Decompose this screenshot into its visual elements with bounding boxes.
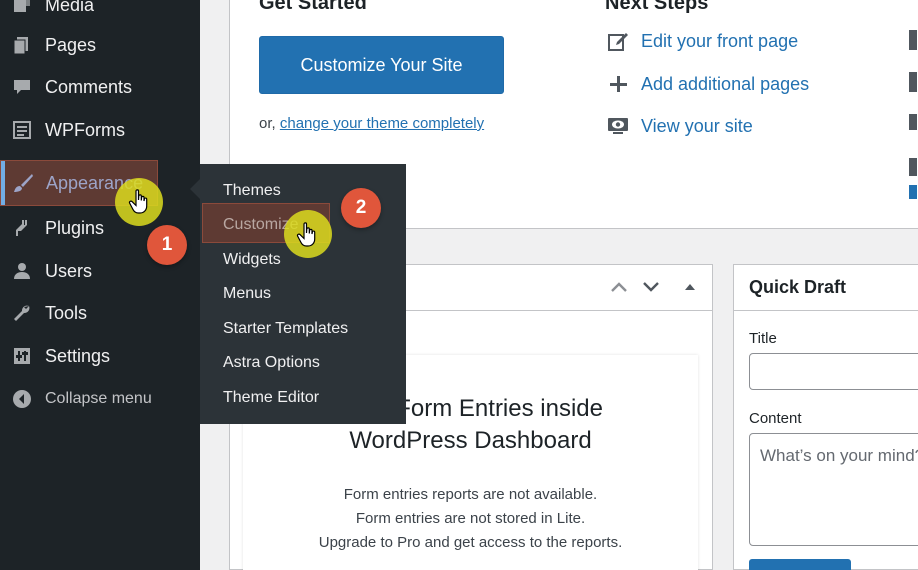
sidebar-item-settings[interactable]: Settings: [0, 338, 200, 374]
paintbrush-icon: [12, 172, 34, 194]
hand-cursor-icon: [128, 189, 148, 214]
get-started-title: Get Started: [259, 0, 367, 14]
content-placeholder: What’s on your mind?: [760, 446, 918, 465]
sidebar-item-pages[interactable]: Pages: [0, 27, 200, 63]
sidebar-item-label: Media: [45, 0, 95, 15]
edit-front-page-link[interactable]: Edit your front page: [605, 28, 798, 54]
comments-icon: [11, 76, 33, 98]
add-pages-link[interactable]: Add additional pages: [605, 71, 809, 97]
settings-icon: [11, 345, 33, 367]
move-up-icon[interactable]: [609, 277, 629, 297]
edit-icon: [605, 28, 631, 54]
sidebar-item-label: WPForms: [45, 119, 125, 140]
plus-icon: [605, 71, 631, 97]
more-actions-icons: [909, 30, 918, 210]
change-theme-line: or, change your theme completely: [259, 115, 484, 132]
draft-title-input[interactable]: [749, 353, 918, 390]
submenu-item-themes[interactable]: Themes: [223, 182, 281, 200]
step-label: Add additional pages: [641, 73, 810, 94]
view-icon: [605, 113, 631, 139]
quick-draft-widget: Quick Draft Title Content What’s on your…: [733, 264, 918, 570]
or-text: or,: [259, 115, 276, 132]
submenu-item-astra-options[interactable]: Astra Options: [223, 354, 320, 372]
title-label: Title: [749, 330, 777, 347]
content-label: Content: [749, 410, 802, 427]
step-label: Edit your front page: [641, 30, 799, 51]
wpforms-icon: [11, 119, 33, 141]
media-icon: [11, 0, 33, 16]
quick-draft-title: Quick Draft: [749, 277, 847, 297]
draft-content-textarea[interactable]: What’s on your mind?: [749, 433, 918, 546]
sidebar-item-wpforms[interactable]: WPForms: [0, 112, 200, 148]
collapse-arrow-icon: [11, 388, 33, 410]
submenu-item-menus[interactable]: Menus: [223, 285, 271, 303]
sidebar-item-label: Users: [45, 260, 93, 281]
pages-icon: [11, 34, 33, 56]
sidebar-item-label: Pages: [45, 34, 97, 55]
hand-cursor-icon: [296, 222, 316, 247]
wpforms-info-line: Form entries are not stored in Lite.: [355, 510, 586, 527]
submenu-item-widgets[interactable]: Widgets: [223, 251, 281, 269]
collapse-menu-label: Collapse menu: [45, 390, 152, 407]
wpforms-info-line: Upgrade to Pro and get access to the rep…: [318, 534, 623, 551]
change-theme-link[interactable]: change your theme completely: [280, 115, 484, 132]
toggle-panel-icon[interactable]: [680, 277, 700, 297]
quick-draft-header: Quick Draft: [734, 265, 918, 311]
collapse-menu-button[interactable]: Collapse menu: [0, 381, 200, 417]
admin-sidebar: Media Pages Comments WPForms Appearance …: [0, 0, 200, 570]
sidebar-item-tools[interactable]: Tools: [0, 295, 200, 331]
wpforms-heading-line2: WordPress Dashboard: [349, 427, 592, 454]
sidebar-item-media[interactable]: Media: [0, 0, 200, 23]
sidebar-item-label: Comments: [45, 76, 133, 97]
wpforms-info-line: Form entries reports are not available.: [343, 486, 598, 503]
view-site-link[interactable]: View your site: [605, 113, 753, 139]
save-draft-button[interactable]: [749, 559, 851, 570]
sidebar-item-comments[interactable]: Comments: [0, 69, 200, 105]
sidebar-item-label: Settings: [45, 345, 111, 366]
sidebar-item-label: Plugins: [45, 217, 105, 238]
submenu-item-starter-templates[interactable]: Starter Templates: [223, 320, 348, 338]
sidebar-item-label: Tools: [45, 302, 88, 323]
plugin-icon: [11, 217, 33, 239]
step-label: View your site: [641, 115, 753, 136]
step-badge-1: 1: [147, 225, 187, 265]
next-steps-title: Next Steps: [605, 0, 709, 14]
wrench-icon: [11, 302, 33, 324]
submenu-item-theme-editor[interactable]: Theme Editor: [223, 389, 319, 407]
move-down-icon[interactable]: [641, 277, 661, 297]
step-badge-2: 2: [341, 188, 381, 228]
customize-your-site-button[interactable]: Customize Your Site: [259, 36, 504, 94]
user-icon: [11, 260, 33, 282]
